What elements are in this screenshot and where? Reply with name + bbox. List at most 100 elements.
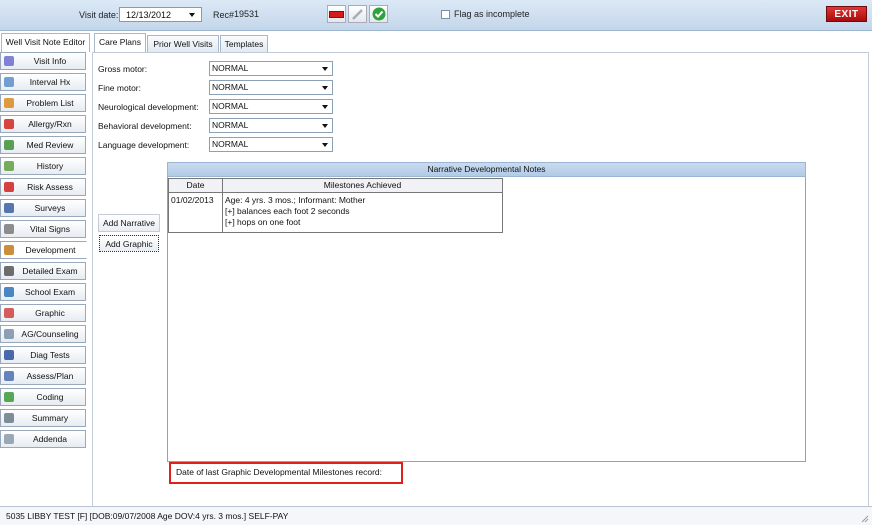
visit-date-value: 12/13/2012 [126,10,172,20]
development-select[interactable]: NORMAL [209,118,333,133]
med-review-icon [3,139,15,151]
milestone-line: [+] balances each foot 2 seconds [225,206,350,216]
sidebar-item-graphic[interactable]: Graphic [0,304,86,322]
sidebar-item-label: Vital Signs [29,224,70,234]
field-label: Neurological development: [98,102,199,112]
last-graphic-record-label: Date of last Graphic Developmental Miles… [169,462,403,484]
sidebar-item-surveys[interactable]: Surveys [0,199,86,217]
select-value: NORMAL [212,63,249,73]
select-value: NORMAL [212,101,249,111]
exit-button[interactable]: EXIT [826,6,867,22]
interval-hx-icon [3,76,15,88]
chevron-down-icon[interactable] [318,100,332,113]
flag-incomplete-checkbox[interactable] [441,10,450,19]
problem-list-icon [3,97,15,109]
sidebar-item-vital-signs[interactable]: Vital Signs [0,220,86,238]
sidebar-item-summary[interactable]: Summary [0,409,86,427]
visit-date-picker[interactable]: 12/13/2012 [119,7,202,22]
tab-care-plans[interactable]: Care Plans [94,33,146,52]
chevron-down-icon[interactable] [185,8,199,21]
sidebar-item-label: History [36,161,64,171]
development-select[interactable]: NORMAL [209,80,333,95]
addenda-icon [3,433,15,445]
sidebar-item-school-exam[interactable]: School Exam [0,283,86,301]
sidebar-item-risk-assess[interactable]: Risk Assess [0,178,86,196]
development-select[interactable]: NORMAL [209,61,333,76]
select-value: NORMAL [212,82,249,92]
patient-info: 5035 LIBBY TEST [F] [DOB:09/07/2008 Age … [6,511,289,521]
confirm-button[interactable] [369,5,388,23]
delete-button[interactable] [327,5,346,23]
stethoscope-icon [3,265,15,277]
field-label: Gross motor: [98,64,148,74]
checkmark-icon [372,7,385,21]
sidebar-item-label: School Exam [24,287,76,297]
blank-field [358,34,520,48]
milestone-line: [+] hops on one foot [225,217,301,227]
flag-incomplete-label: Flag as incomplete [454,9,530,19]
sidebar-item-ag-counseling[interactable]: AG/Counseling [0,325,86,343]
table-row-date[interactable]: 01/02/2013 [168,193,223,233]
milestone-line: Age: 4 yrs. 3 mos.; Informant: Mother [225,195,366,205]
column-header-date: Date [168,178,223,193]
resize-grip-icon[interactable] [860,514,869,523]
table-row-milestones[interactable]: Age: 4 yrs. 3 mos.; Informant: Mother [+… [222,193,503,233]
tab-well-visit-note-editor[interactable]: Well Visit Note Editor [1,33,90,52]
chevron-down-icon[interactable] [318,119,332,132]
sidebar-item-label: Problem List [26,98,74,108]
pencil-icon [352,8,363,20]
add-narrative-button[interactable]: Add Narrative [98,214,160,232]
sidebar-item-visit-info[interactable]: Visit Info [0,52,86,70]
sidebar-item-med-review[interactable]: Med Review [0,136,86,154]
narrative-header: Narrative Developmental Notes [167,162,806,177]
sidebar-item-label: Coding [36,392,64,402]
sidebar-item-label: Addenda [32,434,68,444]
sidebar-item-allergy-rxn[interactable]: Allergy/Rxn [0,115,86,133]
graphic-icon [3,307,15,319]
sidebar-item-problem-list[interactable]: Problem List [0,94,86,112]
sidebar-item-label: Summary [31,413,69,423]
visit-info-icon [3,55,15,67]
select-value: NORMAL [212,139,249,149]
field-label: Fine motor: [98,83,141,93]
rec-number: 19531 [234,9,260,19]
chevron-down-icon[interactable] [318,62,332,75]
sidebar-item-label: Med Review [26,140,74,150]
development-select[interactable]: NORMAL [209,99,333,114]
sidebar-item-detailed-exam[interactable]: Detailed Exam [0,262,86,280]
tab-prior-well-visits[interactable]: Prior Well Visits [147,35,219,52]
sidebar-item-label: Allergy/Rxn [28,119,72,129]
sidebar-item-label: Diag Tests [30,350,70,360]
sidebar-item-label: Detailed Exam [22,266,78,276]
sidebar-item-label: Risk Assess [27,182,73,192]
field-label: Behavioral development: [98,121,192,131]
sidebar-item-assess-plan[interactable]: Assess/Plan [0,367,86,385]
sidebar-item-diag-tests[interactable]: Diag Tests [0,346,86,364]
sidebar-item-interval-hx[interactable]: Interval Hx [0,73,86,91]
add-graphic-button[interactable]: Add Graphic [99,235,159,252]
coding-icon [3,391,15,403]
sidebar-item-coding[interactable]: Coding [0,388,86,406]
development-select[interactable]: NORMAL [209,137,333,152]
edit-button[interactable] [348,5,367,23]
history-icon [3,160,15,172]
sidebar-item-history[interactable]: History [0,157,86,175]
tab-templates[interactable]: Templates [220,35,268,52]
risk-assess-icon [3,181,15,193]
sidebar-item-label: Graphic [35,308,65,318]
allergy-icon [3,118,15,130]
chevron-down-icon[interactable] [318,81,332,94]
sidebar-item-label: Interval Hx [29,77,71,87]
counseling-icon [3,328,15,340]
sidebar-item-label: AG/Counseling [21,329,79,339]
sidebar-item-development[interactable]: Development [0,241,87,259]
chevron-down-icon[interactable] [318,138,332,151]
minus-icon [329,10,344,18]
sidebar-item-label: Visit Info [33,56,67,66]
status-bar: 5035 LIBBY TEST [F] [DOB:09/07/2008 Age … [0,506,872,525]
test-tubes-icon [3,349,15,361]
sidebar-item-addenda[interactable]: Addenda [0,430,86,448]
column-header-milestones: Milestones Achieved [222,178,503,193]
surveys-icon [3,202,15,214]
field-label: Language development: [98,140,190,150]
